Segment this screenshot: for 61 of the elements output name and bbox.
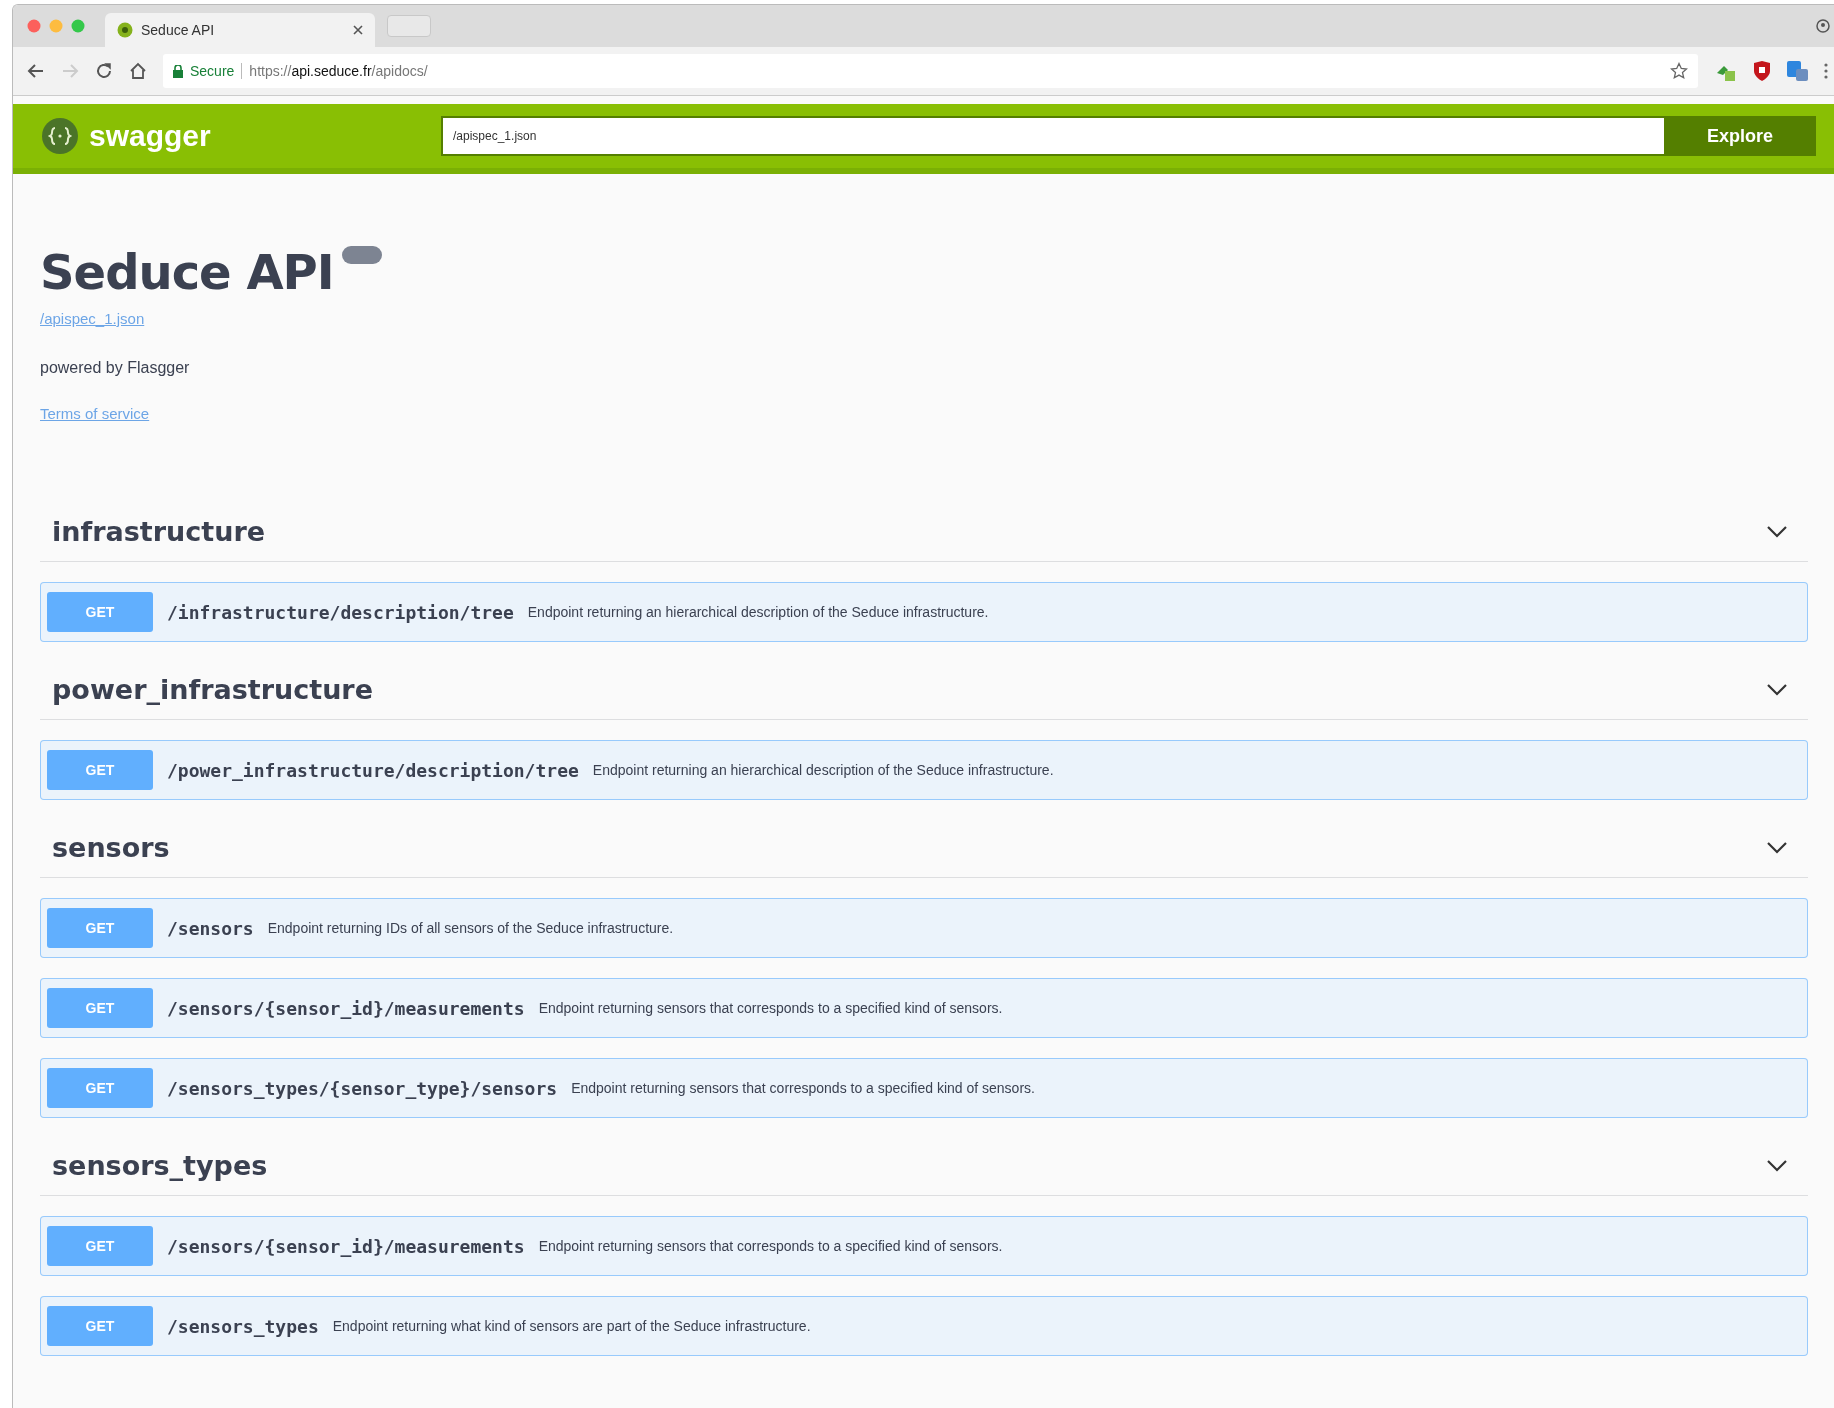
chevron-down-icon[interactable] [1766, 524, 1788, 539]
star-icon[interactable] [1670, 62, 1688, 80]
chevron-down-icon[interactable] [1766, 840, 1788, 855]
operation-row[interactable]: GET /sensors_types/{sensor_type}/sensors Endpoint returning sensors that corresponds to a specified kind of sensors. [40, 1058, 1808, 1118]
close-icon[interactable] [353, 25, 363, 35]
tag-header[interactable]: sensors [40, 810, 1808, 878]
tag-name: sensors [52, 832, 170, 863]
api-title: Seduce API [40, 244, 334, 300]
menu-icon[interactable] [1824, 62, 1828, 80]
operation-row[interactable]: GET /infrastructure/description/tree Endpoint returning an hierarchical description of the Seduce infrastructure. [40, 582, 1808, 642]
powered-by-text: powered by Flasgger [40, 359, 191, 377]
method-badge: GET [47, 1306, 153, 1346]
operation-path: /sensors_types/{sensor_type}/sensors [167, 1077, 558, 1099]
version-badge [341, 246, 382, 264]
operation-summary: Endpoint returning sensors that corresponds to a specified kind of sensors. [538, 1238, 1003, 1254]
swagger-logo-text: swagger [89, 119, 211, 153]
tag-name: power_infrastructure [52, 674, 373, 705]
operation-path: /sensors_types [167, 1315, 319, 1337]
operation-summary: Endpoint returning an hierarchical description of the Seduce infrastructure. [592, 762, 1054, 778]
operation-row[interactable]: GET /sensors_types Endpoint returning what kind of sensors are part of the Seduce infrastructure. [40, 1296, 1808, 1356]
method-badge: GET [47, 1068, 153, 1108]
operation-summary: Endpoint returning IDs of all sensors of the Seduce infrastructure. [267, 920, 674, 936]
swagger-logo-icon[interactable] [41, 117, 79, 155]
method-badge: GET [47, 1226, 153, 1266]
browser-tab[interactable]: Seduce API [105, 13, 375, 47]
address-text: https://api.seduce.fr/apidocs/ [249, 63, 428, 79]
method-badge: GET [47, 592, 153, 632]
operation-row[interactable]: GET /sensors Endpoint returning IDs of all sensors of the Seduce infrastructure. [40, 898, 1808, 958]
home-icon[interactable] [129, 62, 147, 80]
operation-row[interactable]: GET /sensors/{sensor_id}/measurements Endpoint returning sensors that corresponds to a specified kind of sensors. [40, 978, 1808, 1038]
explore-button[interactable]: Explore [1664, 116, 1816, 156]
operation-path: /sensors/{sensor_id}/measurements [167, 997, 525, 1019]
reload-icon[interactable] [95, 62, 113, 80]
chevron-down-icon[interactable] [1766, 682, 1788, 697]
lock-icon [173, 64, 183, 78]
operation-summary: Endpoint returning what kind of sensors are part of the Seduce infrastructure. [332, 1318, 811, 1334]
shield-icon[interactable] [1752, 60, 1772, 82]
operation-path: /infrastructure/description/tree [167, 601, 514, 623]
method-badge: GET [47, 988, 153, 1028]
operation-summary: Endpoint returning an hierarchical description of the Seduce infrastructure. [527, 604, 989, 620]
tag-header[interactable]: infrastructure [40, 494, 1808, 562]
operation-path: /sensors/{sensor_id}/measurements [167, 1235, 525, 1257]
operation-row[interactable]: GET /power_infrastructure/description/tree Endpoint returning an hierarchical description of the Seduce infrastructure. [40, 740, 1808, 800]
tag-name: infrastructure [52, 516, 266, 547]
back-icon[interactable] [27, 63, 45, 79]
tab-title: Seduce API [141, 22, 216, 38]
operation-summary: Endpoint returning sensors that corresponds to a specified kind of sensors. [571, 1080, 1035, 1096]
secure-label: Secure [190, 63, 235, 79]
operation-row[interactable]: GET /sensors/{sensor_id}/measurements Endpoint returning sensors that corresponds to a specified kind of sensors. [40, 1216, 1808, 1276]
operation-path: /sensors [167, 917, 254, 939]
chevron-down-icon[interactable] [1766, 1158, 1788, 1173]
tag-header[interactable]: sensors_types [40, 1128, 1808, 1196]
spec-url-field[interactable]: /apispec_1.json [441, 116, 1664, 156]
address-field[interactable]: Secure https://api.seduce.fr/apidocs/ [163, 54, 1698, 88]
operation-path: /power_infrastructure/description/tree [167, 759, 579, 781]
operation-summary: Endpoint returning sensors that corresponds to a specified kind of sensors. [538, 1000, 1003, 1016]
method-badge: GET [47, 750, 153, 790]
method-badge: GET [47, 908, 153, 948]
tag-header[interactable]: power_infrastructure [40, 652, 1808, 720]
extension-icon[interactable] [1786, 59, 1810, 83]
tag-name: sensors_types [52, 1150, 268, 1181]
